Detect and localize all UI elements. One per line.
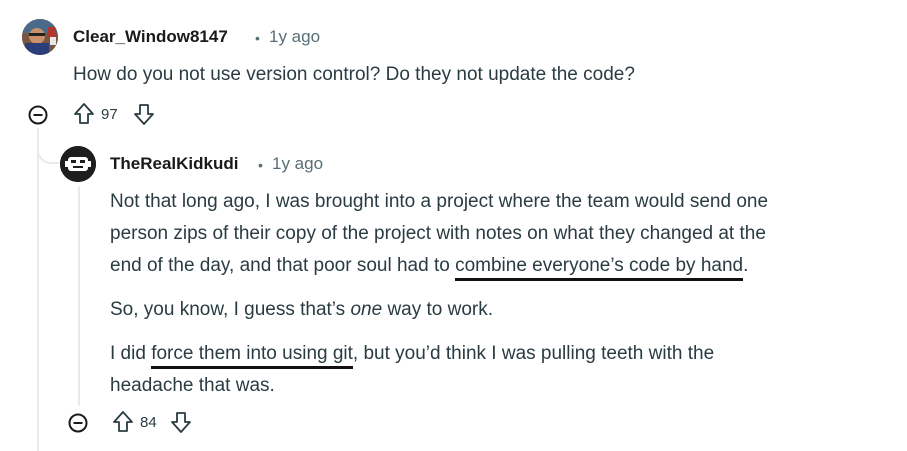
- paragraph-line: headache that was.: [110, 375, 275, 396]
- arrow-down-outline-icon[interactable]: [133, 102, 155, 131]
- minus-circle-icon[interactable]: [27, 104, 49, 131]
- vote-count: 97: [101, 106, 118, 123]
- username[interactable]: TheRealKidkudi: [110, 154, 238, 174]
- comment-text: How do you not use version control? Do t…: [73, 64, 635, 85]
- hand-drawn-underline-text: combine everyone’s code by hand: [455, 255, 744, 281]
- username[interactable]: Clear_Window8147: [73, 27, 228, 47]
- meta-separator: •: [258, 157, 263, 173]
- paragraph-line: I did force them into using git, but you…: [110, 338, 714, 370]
- text-segment: end of the day, and that poor soul had t…: [110, 255, 456, 276]
- arrow-up-outline-icon[interactable]: [73, 102, 95, 131]
- comment-2: TheRealKidkudi • 1y ago Not that long ag…: [0, 140, 907, 451]
- paragraph-line: end of the day, and that poor soul had t…: [110, 250, 768, 282]
- meta-separator: •: [255, 30, 260, 46]
- paragraph-line: person zips of their copy of the project…: [110, 223, 766, 244]
- arrow-down-outline-icon[interactable]: [170, 410, 192, 439]
- arrow-up-outline-icon[interactable]: [112, 410, 134, 439]
- comment-paragraph-2: So, you know, I guess that’s one way to …: [110, 294, 493, 326]
- text-segment: , but you’d think I was pulling teeth wi…: [352, 343, 715, 364]
- emphasized-text: one: [350, 299, 383, 320]
- avatar[interactable]: [22, 19, 58, 55]
- avatar[interactable]: [60, 146, 96, 182]
- timestamp[interactable]: 1y ago: [272, 154, 323, 174]
- comment-1: Clear_Window8147 • 1y ago How do you not…: [0, 0, 907, 130]
- timestamp[interactable]: 1y ago: [269, 27, 320, 47]
- comment-paragraph-3: I did force them into using git, but you…: [110, 338, 714, 402]
- minus-circle-icon[interactable]: [67, 412, 89, 439]
- comment-paragraph-1: Not that long ago, I was brought into a …: [110, 186, 768, 282]
- text-segment: way to work.: [382, 299, 494, 320]
- hand-drawn-underline-text: force them into using git: [151, 343, 353, 369]
- text-segment: I did: [110, 343, 152, 364]
- paragraph-line: Not that long ago, I was brought into a …: [110, 191, 769, 212]
- vote-count: 84: [140, 414, 157, 431]
- text-segment: So, you know, I guess that’s: [110, 299, 351, 320]
- text-segment: .: [743, 255, 749, 276]
